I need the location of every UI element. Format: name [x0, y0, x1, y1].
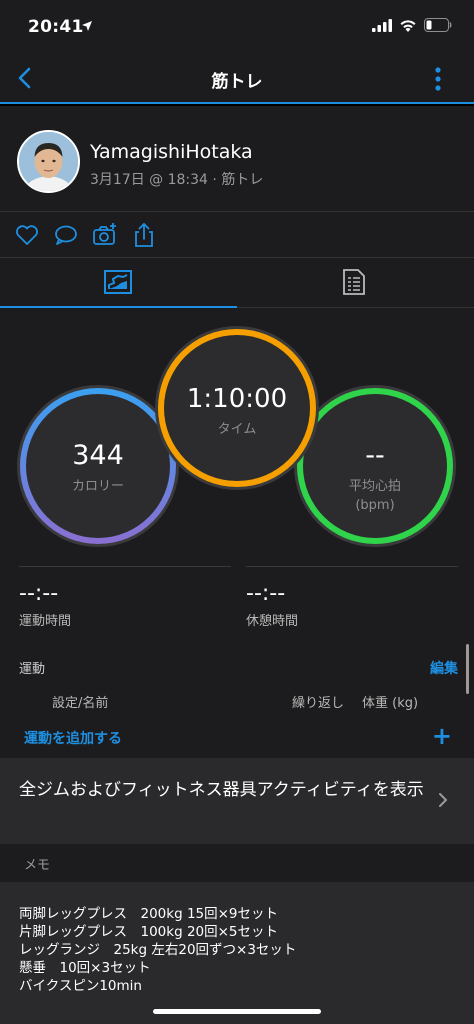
- status-time: 20:41: [28, 17, 84, 37]
- memo-line: レッグランジ 25kg 左右20回ずつ×3セット: [19, 942, 297, 958]
- battery-icon: [424, 18, 452, 32]
- signal-icon: [372, 18, 392, 32]
- action-row: [0, 212, 474, 258]
- nav-bar: 筋トレ: [0, 52, 474, 104]
- active-time-label: 運動時間: [19, 614, 72, 629]
- column-header-name: 設定/名前: [52, 696, 109, 711]
- time-value: 1:10:00: [186, 383, 288, 414]
- exercise-section: 運動 編集 設定/名前 繰り返し 体重 (kg) 運動を追加する +: [0, 640, 474, 758]
- tab-details[interactable]: [237, 258, 474, 308]
- user-name[interactable]: YamagishiHotaka: [90, 141, 253, 163]
- column-header-reps: 繰り返し: [292, 696, 345, 711]
- details-tab-icon: [343, 269, 365, 295]
- camera-icon[interactable]: [92, 222, 118, 248]
- more-vertical-icon[interactable]: [432, 66, 444, 92]
- status-bar: 20:41: [0, 0, 474, 52]
- memo-line: バイクスピン10min: [19, 978, 142, 994]
- memo-header: メモ: [0, 844, 474, 882]
- memo-line: 両脚レッグプレス 200kg 15回×9セット: [19, 906, 279, 922]
- location-arrow-icon: [82, 21, 92, 31]
- chevron-right-icon: [439, 793, 448, 807]
- memo-title: メモ: [24, 858, 51, 873]
- rest-time-block: --:-- 休憩時間: [246, 566, 458, 629]
- tab-bar: [0, 258, 474, 309]
- page-title: 筋トレ: [211, 72, 263, 92]
- scrollbar[interactable]: [466, 644, 469, 694]
- exercise-title: 運動: [19, 662, 46, 677]
- share-icon[interactable]: [131, 222, 157, 248]
- memo-line: 片脚レッグプレス 100kg 20回×5セット: [19, 924, 279, 940]
- wifi-icon: [400, 19, 416, 32]
- edit-button[interactable]: 編集: [430, 658, 458, 678]
- heart-rate-unit: (bpm): [355, 497, 395, 513]
- calories-value: 344: [72, 440, 124, 471]
- time-label: タイム: [217, 421, 257, 437]
- heart-rate-label: 平均心拍: [348, 478, 401, 494]
- stats-tab-icon: [104, 270, 132, 294]
- heart-icon[interactable]: [14, 222, 40, 248]
- calories-label: カロリー: [71, 479, 124, 494]
- time-circle: 1:10:00 タイム: [155, 326, 319, 490]
- home-indicator[interactable]: [153, 1009, 321, 1014]
- gym-activities-text: 全ジムおよびフィットネス器具アクティビティを表示: [19, 780, 424, 800]
- memo-body: 両脚レッグプレス 200kg 15回×9セット 片脚レッグプレス 100kg 2…: [0, 882, 474, 1024]
- heart-rate-value: --: [365, 439, 385, 471]
- active-time-block: --:-- 運動時間: [19, 566, 231, 629]
- add-exercise-plus-icon[interactable]: +: [432, 724, 452, 748]
- tab-stats[interactable]: [0, 258, 237, 309]
- user-card: YamagishiHotaka 3月17日 @ 18:34 · 筋トレ: [0, 106, 474, 212]
- activity-date-meta: 3月17日 @ 18:34 · 筋トレ: [90, 172, 264, 188]
- comment-icon[interactable]: [53, 222, 79, 248]
- memo-line: 懸垂 10回×3セット: [19, 960, 151, 976]
- avatar[interactable]: [17, 130, 80, 193]
- rest-time-value: --:--: [246, 581, 286, 606]
- active-time-value: --:--: [19, 581, 59, 606]
- gym-activities-link[interactable]: 全ジムおよびフィットネス器具アクティビティを表示: [0, 758, 474, 844]
- column-header-weight: 体重 (kg): [362, 696, 419, 711]
- add-exercise-button[interactable]: 運動を追加する: [24, 728, 122, 748]
- rest-time-label: 休憩時間: [246, 614, 299, 629]
